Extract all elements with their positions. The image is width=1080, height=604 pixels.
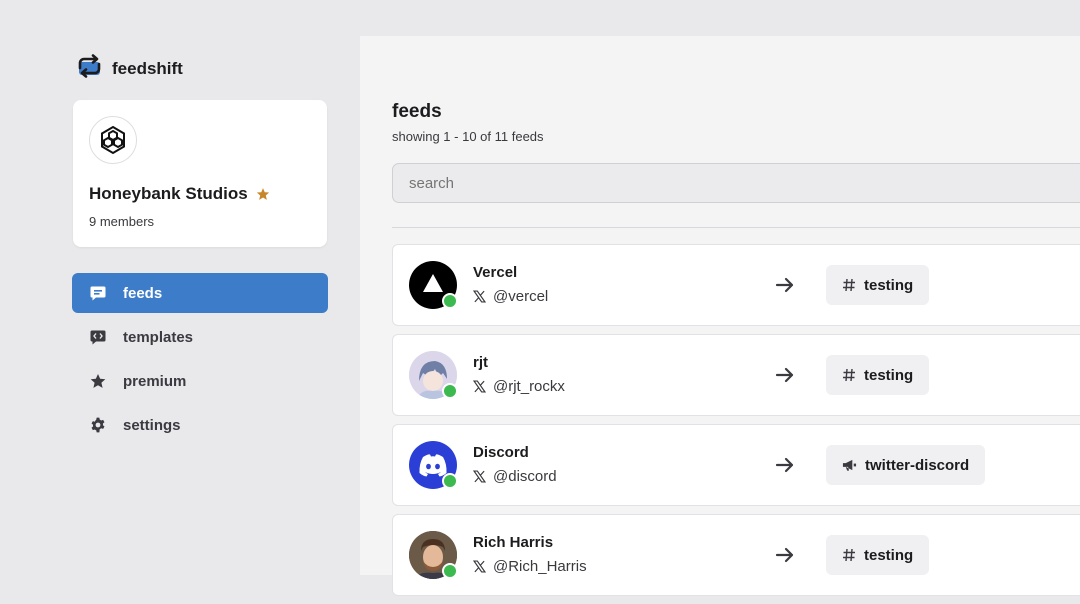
arrow-right-icon bbox=[775, 367, 794, 383]
sidebar-item-templates[interactable]: templates bbox=[72, 317, 328, 357]
brand-name: feedshift bbox=[112, 58, 183, 78]
org-members: 9 members bbox=[89, 214, 155, 229]
feed-handle: @rjt_rockx bbox=[473, 378, 565, 395]
feed-name: Rich Harris bbox=[473, 534, 554, 551]
org-name: Honeybank Studios bbox=[89, 184, 270, 204]
feed-name: rjt bbox=[473, 354, 488, 371]
main-panel: feeds showing 1 - 10 of 11 feeds Vercel … bbox=[360, 36, 1080, 596]
org-logo bbox=[89, 116, 137, 164]
sidebar-item-label: feeds bbox=[123, 284, 163, 302]
sidebar-item-label: settings bbox=[123, 416, 181, 434]
sidebar-item-premium[interactable]: premium bbox=[72, 361, 328, 401]
star-icon bbox=[90, 374, 106, 388]
x-logo-icon bbox=[473, 380, 486, 393]
sidebar-nav: feeds templates premium settings bbox=[72, 273, 328, 449]
gear-icon bbox=[91, 417, 105, 433]
arrow-right-icon bbox=[775, 457, 794, 473]
feed-handle: @discord bbox=[473, 468, 557, 485]
divider bbox=[392, 227, 1080, 228]
channel-badge[interactable]: testing bbox=[826, 535, 930, 575]
org-card[interactable]: Honeybank Studios 9 members bbox=[73, 100, 327, 247]
channel-name: testing bbox=[864, 546, 914, 564]
feed-handle-text: @vercel bbox=[493, 288, 549, 305]
hash-icon bbox=[843, 368, 855, 382]
arrow-right-icon bbox=[775, 547, 794, 563]
feed-card[interactable]: Vercel @vercel testing bbox=[392, 244, 1080, 326]
feed-handle-text: @rjt_rockx bbox=[493, 378, 565, 395]
x-logo-icon bbox=[473, 470, 486, 483]
channel-badge[interactable]: twitter-discord bbox=[826, 445, 986, 485]
channel-name: twitter-discord bbox=[865, 456, 970, 474]
feed-card[interactable]: rjt @rjt_rockx testing bbox=[392, 334, 1080, 416]
online-status-dot bbox=[442, 563, 458, 579]
star-icon bbox=[256, 188, 269, 200]
brand[interactable]: feedshift bbox=[76, 54, 183, 83]
channel-badge[interactable]: testing bbox=[826, 265, 930, 305]
channel-name: testing bbox=[864, 366, 914, 384]
online-status-dot bbox=[442, 473, 458, 489]
online-status-dot bbox=[442, 293, 458, 309]
arrow-right-icon bbox=[775, 277, 794, 293]
sidebar-item-label: premium bbox=[123, 372, 187, 390]
megaphone-icon bbox=[842, 459, 857, 471]
x-logo-icon bbox=[473, 290, 486, 303]
feed-handle: @vercel bbox=[473, 288, 548, 305]
feed-handle: @Rich_Harris bbox=[473, 558, 587, 575]
org-name-label: Honeybank Studios bbox=[89, 184, 248, 203]
page-title: feeds bbox=[392, 101, 442, 122]
feed-handle-text: @discord bbox=[493, 468, 557, 485]
channel-name: testing bbox=[864, 276, 914, 294]
feed-handle-text: @Rich_Harris bbox=[493, 558, 587, 575]
code-message-icon bbox=[90, 330, 106, 345]
feedshift-logo-icon bbox=[76, 54, 103, 83]
feed-name: Vercel bbox=[473, 264, 518, 281]
feed-card[interactable]: Discord @discord twitter-discord bbox=[392, 424, 1080, 506]
feed-name: Discord bbox=[473, 444, 529, 461]
honeycomb-icon bbox=[101, 125, 125, 155]
hash-icon bbox=[843, 278, 855, 292]
hash-icon bbox=[843, 548, 855, 562]
sidebar-item-feeds[interactable]: feeds bbox=[72, 273, 328, 313]
online-status-dot bbox=[442, 383, 458, 399]
sidebar-item-settings[interactable]: settings bbox=[72, 405, 328, 445]
feed-list: Vercel @vercel testing rjt @rjt_rockx te… bbox=[392, 244, 1080, 604]
message-square-icon bbox=[90, 286, 106, 301]
sidebar: feedshift Honeybank Studios 9 members fe… bbox=[0, 0, 360, 575]
feed-count: showing 1 - 10 of 11 feeds bbox=[392, 129, 544, 144]
x-logo-icon bbox=[473, 560, 486, 573]
search-input[interactable] bbox=[392, 163, 1080, 203]
channel-badge[interactable]: testing bbox=[826, 355, 930, 395]
sidebar-item-label: templates bbox=[123, 328, 194, 346]
feed-card[interactable]: Rich Harris @Rich_Harris testing bbox=[392, 514, 1080, 596]
